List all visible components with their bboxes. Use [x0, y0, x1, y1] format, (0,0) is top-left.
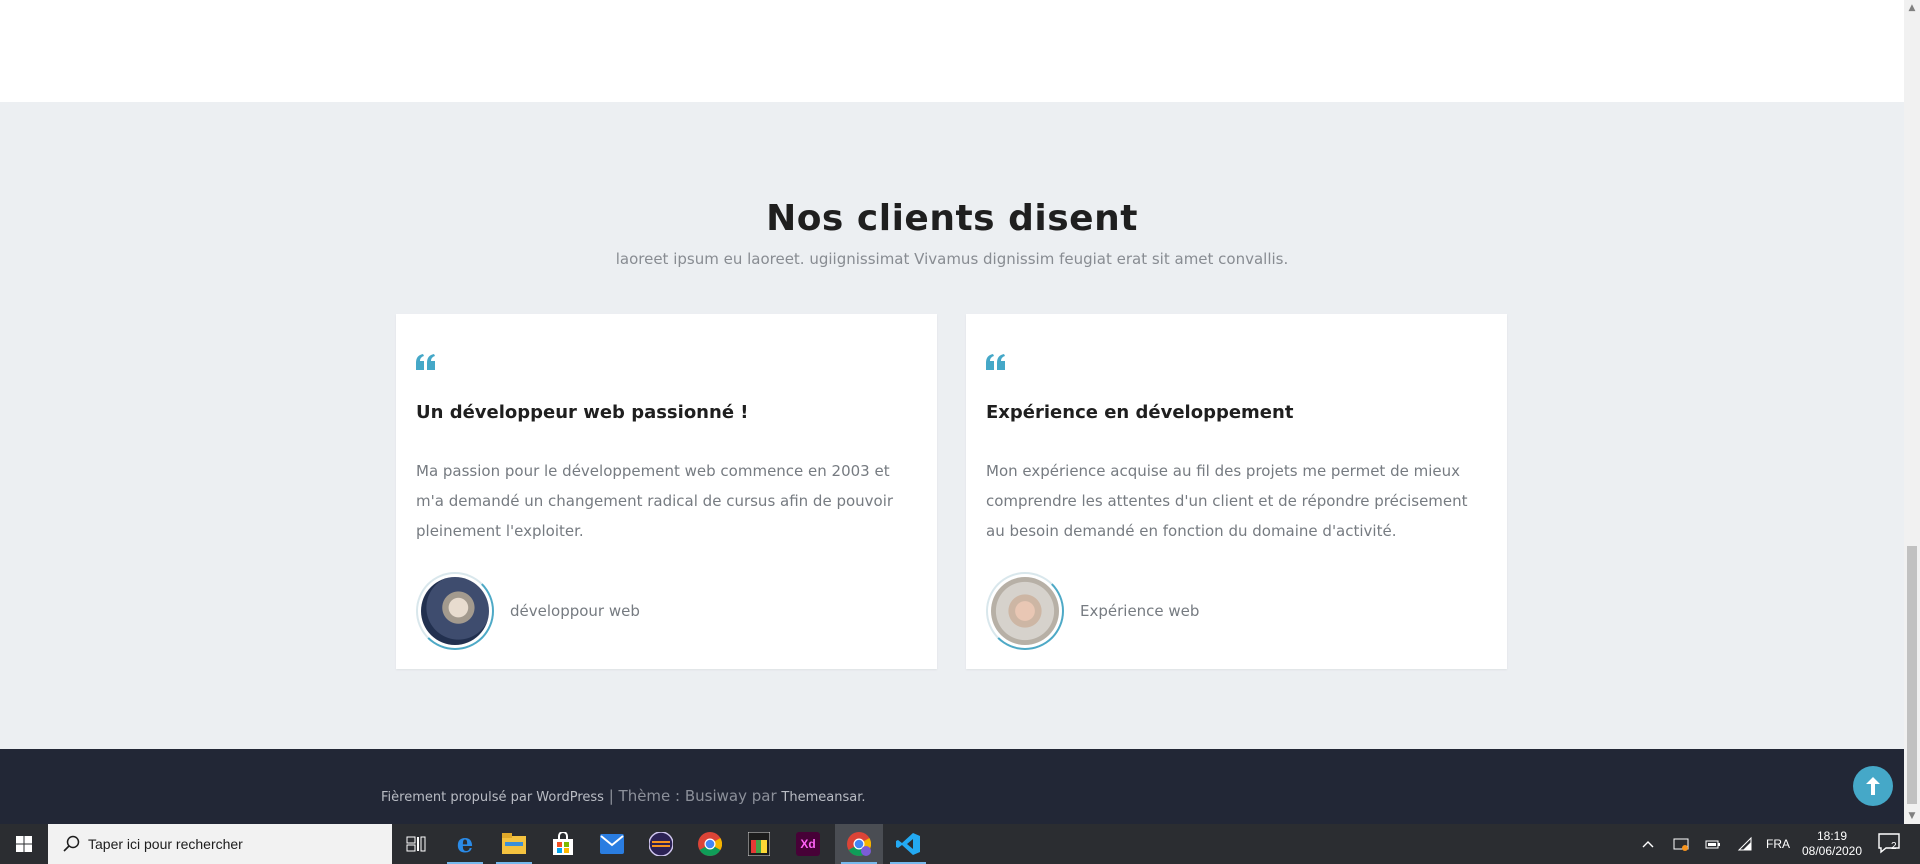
wifi-icon[interactable] [1737, 836, 1753, 852]
taskbar-app-eclipse[interactable] [637, 824, 685, 864]
testimonial-text: Mon expérience acquise au fil des projet… [986, 462, 1468, 540]
task-view-button[interactable] [392, 824, 440, 864]
taskbar-app-colorpicker[interactable] [735, 824, 783, 864]
chrome-profile-icon [847, 832, 871, 856]
arrow-up-icon [1866, 776, 1880, 800]
clock-time: 18:19 [1816, 829, 1848, 843]
footer-separator: | [603, 787, 619, 805]
wordpress-link[interactable]: Fièrement propulsé par WordPress [381, 790, 604, 805]
theme-label: Thème : Busiway par [618, 787, 782, 805]
back-to-top-button[interactable] [1853, 766, 1893, 806]
testimonial-author: développour web [510, 602, 640, 620]
start-button[interactable] [0, 824, 48, 864]
notification-count: 2 [1891, 841, 1897, 852]
avatar [416, 572, 494, 650]
quote-icon [416, 354, 435, 370]
taskbar-app-adobe-xd[interactable]: Xd [784, 824, 832, 864]
vertical-scrollbar[interactable]: ▲ ▼ [1904, 0, 1920, 824]
taskbar-app-file-explorer[interactable] [490, 824, 538, 864]
clock-date: 08/06/2020 [1801, 844, 1863, 858]
search-placeholder: Taper ici pour rechercher [88, 836, 243, 852]
previous-section [0, 0, 1904, 102]
testimonial-author: Expérience web [1080, 602, 1200, 620]
scrollbar-thumb[interactable] [1907, 546, 1917, 804]
adobe-xd-icon: Xd [796, 832, 820, 856]
avatar [986, 572, 1064, 650]
taskbar-app-chrome-active[interactable] [835, 824, 883, 864]
site-footer: Fièrement propulsé par WordPress | Thème… [0, 749, 1904, 824]
taskbar-app-mail[interactable] [588, 824, 636, 864]
search-icon [63, 835, 80, 852]
testimonial-card: Un développeur web passionné ! Ma passio… [396, 314, 937, 669]
mail-icon [600, 834, 624, 854]
colorpicker-icon [748, 832, 770, 856]
testimonial-title: Expérience en développement [986, 402, 1294, 423]
themeansar-link[interactable]: Themeansar [781, 790, 861, 805]
taskbar-app-edge[interactable]: e [441, 824, 489, 864]
windows-taskbar: Taper ici pour rechercher e Xd FRA 18:19… [0, 824, 1920, 864]
testimonials-section: Nos clients disent laoreet ipsum eu laor… [0, 102, 1904, 749]
taskbar-search-box[interactable]: Taper ici pour rechercher [48, 824, 392, 864]
section-title: Nos clients disent [766, 198, 1138, 239]
vscode-icon [896, 833, 920, 855]
testimonial-text: Ma passion pour le développement web com… [416, 462, 894, 540]
clock[interactable]: 18:19 08/06/2020 [1800, 829, 1864, 859]
store-icon [553, 832, 573, 855]
testimonial-card: Expérience en développement Mon expérien… [966, 314, 1507, 669]
file-explorer-icon [502, 833, 526, 854]
footer-credits: Fièrement propulsé par WordPress | Thème… [381, 787, 865, 805]
chrome-icon [698, 832, 722, 856]
quote-icon [986, 354, 1005, 370]
footer-period: . [861, 790, 866, 805]
eclipse-icon [649, 832, 673, 856]
security-icon[interactable] [1673, 836, 1689, 852]
chevron-up-icon[interactable] [1640, 836, 1656, 852]
scroll-up-arrow-icon[interactable]: ▲ [1904, 0, 1920, 16]
section-subtitle: laoreet ipsum eu laoreet. ugiignissimat … [615, 250, 1289, 268]
windows-icon [16, 836, 32, 852]
web-page: Nos clients disent laoreet ipsum eu laor… [0, 0, 1904, 824]
taskbar-app-chrome[interactable] [686, 824, 734, 864]
action-center-button[interactable]: 2 [1878, 832, 1908, 856]
battery-icon[interactable] [1705, 836, 1721, 852]
scroll-down-arrow-icon[interactable]: ▼ [1904, 808, 1920, 824]
taskbar-app-vscode[interactable] [884, 824, 932, 864]
language-indicator[interactable]: FRA [1766, 837, 1790, 851]
testimonial-title: Un développeur web passionné ! [416, 402, 749, 423]
taskbar-app-store[interactable] [539, 824, 587, 864]
edge-icon: e [456, 829, 474, 859]
task-view-icon [406, 836, 426, 852]
